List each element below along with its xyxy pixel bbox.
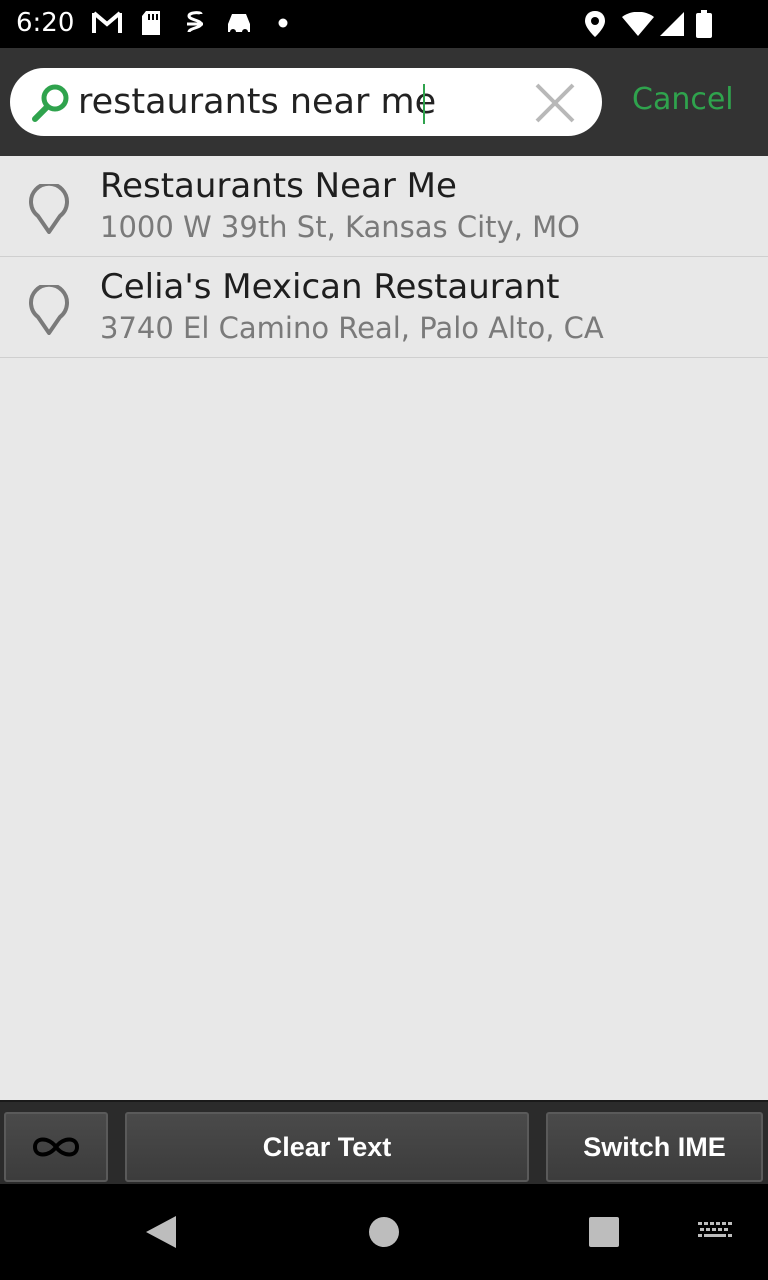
result-address: 1000 W 39th St, Kansas City, MO xyxy=(100,210,580,244)
infinity-icon xyxy=(32,1137,80,1157)
infinity-button[interactable] xyxy=(4,1112,108,1182)
gmail-icon xyxy=(92,11,122,33)
battery-icon xyxy=(696,10,712,38)
result-title: Celia's Mexican Restaurant xyxy=(100,267,560,307)
cancel-button[interactable]: Cancel xyxy=(632,82,734,117)
home-icon[interactable] xyxy=(368,1216,400,1248)
navigation-bar xyxy=(0,1184,768,1280)
list-item[interactable]: Restaurants Near Me 1000 W 39th St, Kans… xyxy=(0,156,768,257)
results-list: Restaurants Near Me 1000 W 39th St, Kans… xyxy=(0,156,768,358)
search-header: Cancel xyxy=(0,48,768,156)
back-icon[interactable] xyxy=(144,1214,178,1250)
result-title: Restaurants Near Me xyxy=(100,166,457,206)
sd-card-icon xyxy=(142,11,160,35)
switch-ime-button[interactable]: Switch IME xyxy=(546,1112,763,1182)
status-bar: 6:20 xyxy=(0,0,768,48)
search-icon xyxy=(32,84,69,122)
location-pin-icon xyxy=(29,184,69,234)
clear-text-button[interactable]: Clear Text xyxy=(125,1112,529,1182)
keyboard-icon[interactable] xyxy=(698,1222,734,1242)
result-address: 3740 El Camino Real, Palo Alto, CA xyxy=(100,311,604,345)
clear-search-icon[interactable] xyxy=(532,80,578,126)
car-icon xyxy=(228,14,250,35)
wifi-icon xyxy=(622,12,654,36)
dot-icon xyxy=(278,18,288,28)
text-caret xyxy=(423,84,425,124)
signal-icon xyxy=(660,12,684,36)
search-input[interactable] xyxy=(78,78,518,126)
recents-icon[interactable] xyxy=(588,1216,620,1248)
list-item[interactable]: Celia's Mexican Restaurant 3740 El Camin… xyxy=(0,257,768,358)
ime-toolbar: Clear Text Switch IME xyxy=(0,1100,768,1184)
search-box[interactable] xyxy=(10,68,602,136)
status-time: 6:20 xyxy=(16,8,75,38)
app-icon xyxy=(187,11,203,33)
location-icon xyxy=(585,11,605,37)
location-pin-icon xyxy=(29,285,69,335)
